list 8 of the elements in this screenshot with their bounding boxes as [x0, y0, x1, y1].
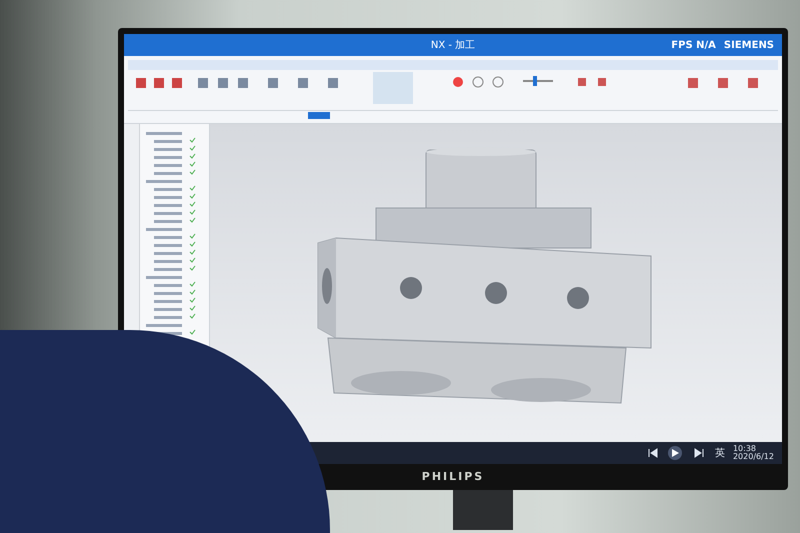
fps-readout: FPS N/A [671, 38, 716, 52]
input-method-indicator[interactable]: 英 [714, 446, 725, 460]
clock-time: 10:38 [732, 445, 758, 453]
clock-date: 2020/6/12 [732, 453, 774, 461]
window-title: NX - 加工 [430, 38, 476, 52]
monitor-stand [453, 490, 513, 530]
monitor-brand-logo: PHILIPS [422, 468, 484, 485]
brand-label: SIEMENS [724, 38, 774, 52]
